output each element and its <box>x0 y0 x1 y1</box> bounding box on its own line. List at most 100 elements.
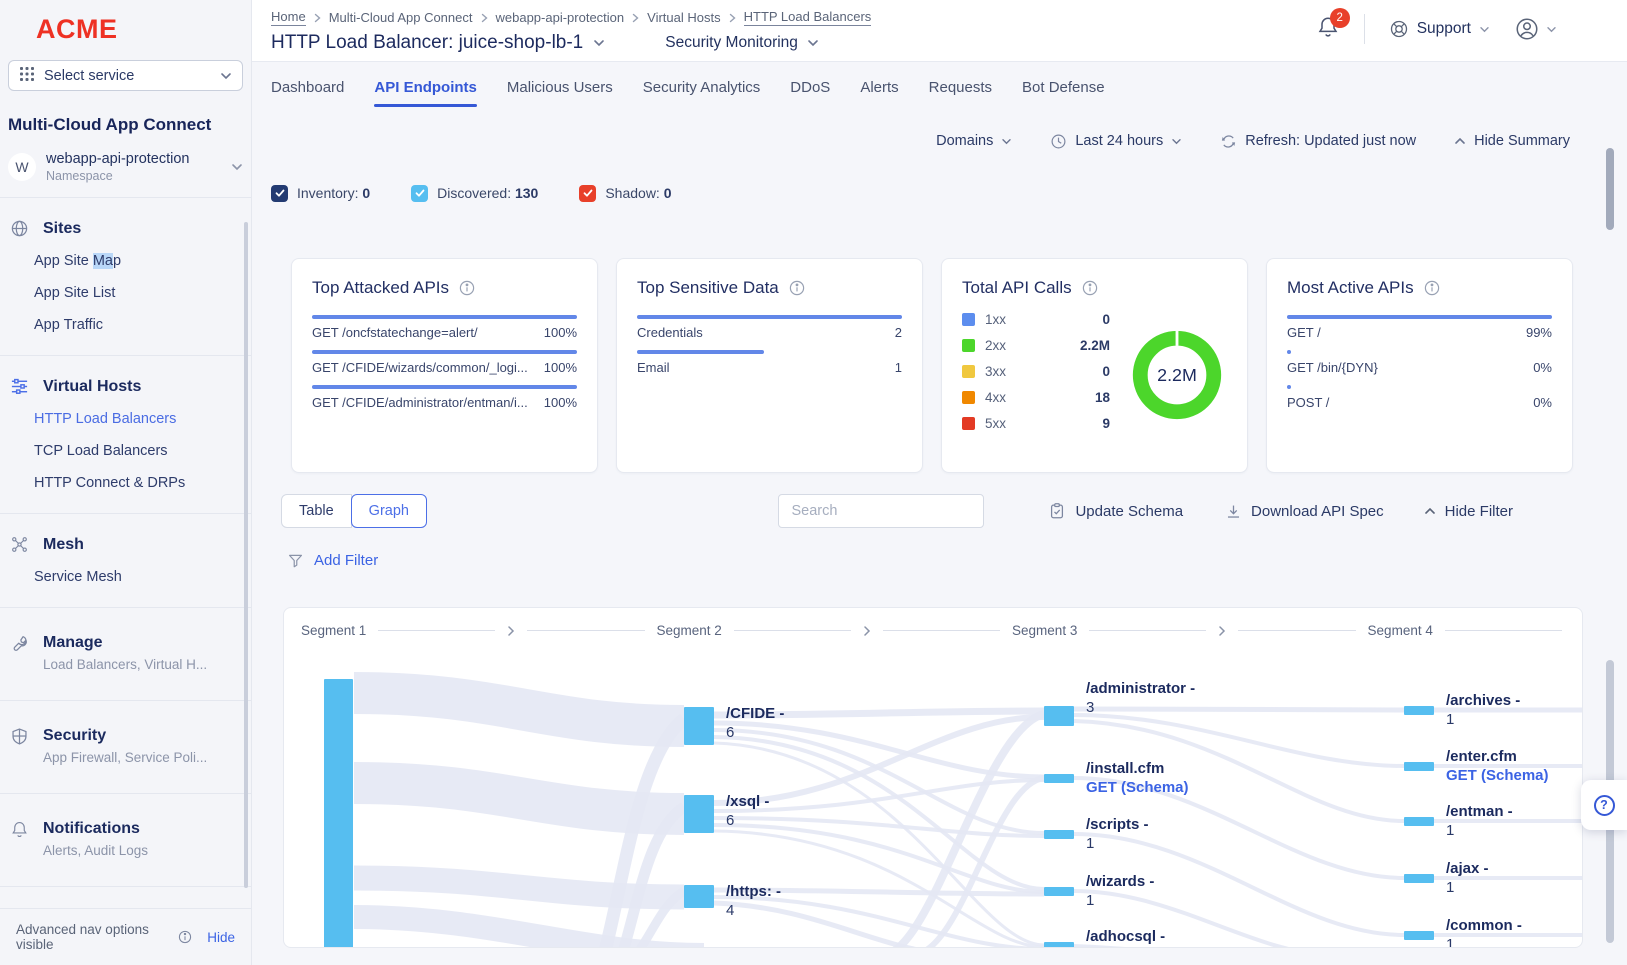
sankey-node[interactable] <box>1044 830 1074 839</box>
api-bar-row[interactable]: GET /99% <box>1287 315 1552 340</box>
update-schema-button[interactable]: Update Schema <box>1048 502 1183 520</box>
legend-swatch <box>962 417 975 430</box>
security-monitoring-dropdown[interactable]: Security Monitoring <box>665 34 819 52</box>
sensitive-data-row[interactable]: Credentials2 <box>637 315 902 340</box>
sidebar-item-service-mesh[interactable]: Service Mesh <box>0 561 251 593</box>
breadcrumb-home[interactable]: Home <box>271 9 306 26</box>
endpoint-count: 6 <box>726 812 769 830</box>
clock-icon <box>1050 133 1067 150</box>
tab-alerts[interactable]: Alerts <box>860 62 898 112</box>
sankey-node[interactable] <box>1044 706 1074 726</box>
sidebar-section-virtual-hosts[interactable]: Virtual Hosts <box>0 370 251 403</box>
sankey-node[interactable] <box>684 795 714 833</box>
sidebar-section-notifications[interactable]: Notifications Alerts, Audit Logs <box>0 808 251 872</box>
tab-requests[interactable]: Requests <box>929 62 992 112</box>
sensitive-data-row[interactable]: Email1 <box>637 350 902 375</box>
discovered-checkbox[interactable]: Discovered: 130 <box>411 185 538 202</box>
sankey-node[interactable] <box>1404 931 1434 940</box>
table-view-button[interactable]: Table <box>281 494 352 528</box>
shadow-checkbox[interactable]: Shadow: 0 <box>579 185 671 202</box>
nav-group-sites: Sites App Site Map App Site List App Tra… <box>0 212 251 341</box>
breadcrumb-http-load-balancers[interactable]: HTTP Load Balancers <box>744 9 872 26</box>
hide-summary-toggle[interactable]: Hide Summary <box>1454 133 1570 149</box>
sankey-node[interactable] <box>1044 942 1074 948</box>
api-bar-row[interactable]: POST /0% <box>1287 385 1552 410</box>
sidebar-section-security[interactable]: Security App Firewall, Service Poli... <box>0 715 251 779</box>
tab-ddos[interactable]: DDoS <box>790 62 830 112</box>
sankey-node[interactable] <box>1404 874 1434 883</box>
sidebar-item-app-traffic[interactable]: App Traffic <box>0 309 251 341</box>
page-scrollbar-thumb[interactable] <box>1606 148 1614 230</box>
sidebar-item-tcp-load-balancers[interactable]: TCP Load Balancers <box>0 435 251 467</box>
support-label: Support <box>1417 20 1471 38</box>
hide-advanced-nav-link[interactable]: Hide <box>207 930 235 945</box>
breadcrumb-item[interactable]: webapp-api-protection <box>496 10 625 25</box>
sidebar-item-http-load-balancers[interactable]: HTTP Load Balancers <box>0 403 251 435</box>
namespace-selector[interactable]: W webapp-api-protection Namespace <box>8 151 243 183</box>
sidebar-item-app-site-list[interactable]: App Site List <box>0 277 251 309</box>
total-api-calls-card: Total API Calls 1xx0 2xx2.2M 3xx0 4xx18 … <box>941 258 1248 473</box>
sidebar-section-sites[interactable]: Sites <box>0 212 251 245</box>
question-mark-icon: ? <box>1594 795 1615 816</box>
refresh-button[interactable]: Refresh: Updated just now <box>1220 133 1416 150</box>
divider <box>734 630 851 631</box>
endpoint-count: 3 <box>1086 947 1165 948</box>
sankey-node[interactable] <box>1404 762 1434 771</box>
support-menu[interactable]: Support <box>1389 19 1490 39</box>
time-range-dropdown[interactable]: Last 24 hours <box>1050 133 1182 150</box>
api-bar-row[interactable]: GET /CFIDE/administrator/entman/i...100% <box>312 385 577 410</box>
checkbox-checked-icon <box>411 185 428 202</box>
notifications-bell-button[interactable]: 2 <box>1316 15 1340 44</box>
inventory-checkbox[interactable]: Inventory: 0 <box>271 185 370 202</box>
sankey-node[interactable] <box>1044 774 1074 783</box>
schema-link[interactable]: GET (Schema) <box>1086 779 1189 797</box>
refresh-icon <box>1220 133 1237 150</box>
info-icon[interactable] <box>459 280 475 296</box>
sankey-node[interactable] <box>1404 817 1434 826</box>
domains-dropdown[interactable]: Domains <box>936 133 1012 149</box>
api-bar-row[interactable]: GET /oncfstatechange=alert/100% <box>312 315 577 340</box>
account-menu[interactable] <box>1514 16 1557 42</box>
api-bar-row[interactable]: GET /bin/{DYN}0% <box>1287 350 1552 375</box>
endpoint-name: /enter.cfm <box>1446 748 1549 766</box>
breadcrumb-item[interactable]: Virtual Hosts <box>647 10 720 25</box>
endpoint-name: /entman - <box>1446 803 1513 821</box>
nav-group-mesh: Mesh Service Mesh <box>0 528 251 593</box>
sankey-node[interactable] <box>684 885 714 908</box>
api-bar-row[interactable]: GET /CFIDE/wizards/common/_logi...100% <box>312 350 577 375</box>
sidebar-item-app-site-map[interactable]: App Site Map <box>0 245 251 277</box>
download-api-spec-button[interactable]: Download API Spec <box>1225 503 1384 520</box>
api-calls-donut-chart[interactable]: 2.2M <box>1128 326 1226 429</box>
segment-label: Segment 3 <box>1012 623 1077 638</box>
graph-view-button[interactable]: Graph <box>351 494 427 528</box>
sankey-node[interactable] <box>1044 887 1074 896</box>
segment-label: Segment 1 <box>301 623 366 638</box>
hide-filter-toggle[interactable]: Hide Filter <box>1424 503 1513 520</box>
top-attacked-apis-card: Top Attacked APIs GET /oncfstatechange=a… <box>291 258 598 473</box>
chevron-down-icon <box>1479 20 1490 38</box>
sidebar-item-http-connect-drps[interactable]: HTTP Connect & DRPs <box>0 467 251 499</box>
tab-bot-defense[interactable]: Bot Defense <box>1022 62 1105 112</box>
filters-row: Domains Last 24 hours Refresh: Updated j… <box>252 126 1627 156</box>
help-button[interactable]: ? <box>1581 780 1627 830</box>
sankey-node[interactable] <box>324 679 353 948</box>
info-icon[interactable] <box>1424 280 1440 296</box>
info-icon[interactable] <box>789 280 805 296</box>
search-input[interactable] <box>778 494 984 528</box>
info-icon[interactable] <box>1082 280 1098 296</box>
add-filter-button[interactable]: Add Filter <box>287 552 1627 569</box>
sidebar-section-mesh[interactable]: Mesh <box>0 528 251 561</box>
tab-bar: Dashboard API Endpoints Malicious Users … <box>252 62 1627 112</box>
tab-dashboard[interactable]: Dashboard <box>271 62 344 112</box>
tab-api-endpoints[interactable]: API Endpoints <box>374 62 477 112</box>
sankey-node[interactable] <box>1404 706 1434 715</box>
sankey-node[interactable] <box>684 707 714 745</box>
tab-security-analytics[interactable]: Security Analytics <box>643 62 761 112</box>
chevron-down-icon[interactable] <box>593 34 605 52</box>
sidebar-section-manage[interactable]: Manage Load Balancers, Virtual H... <box>0 622 251 686</box>
schema-link[interactable]: GET (Schema) <box>1446 767 1549 785</box>
tab-malicious-users[interactable]: Malicious Users <box>507 62 613 112</box>
select-service-dropdown[interactable]: Select service <box>8 60 243 91</box>
sidebar-scrollbar[interactable] <box>244 222 248 888</box>
breadcrumb-item[interactable]: Multi-Cloud App Connect <box>329 10 473 25</box>
